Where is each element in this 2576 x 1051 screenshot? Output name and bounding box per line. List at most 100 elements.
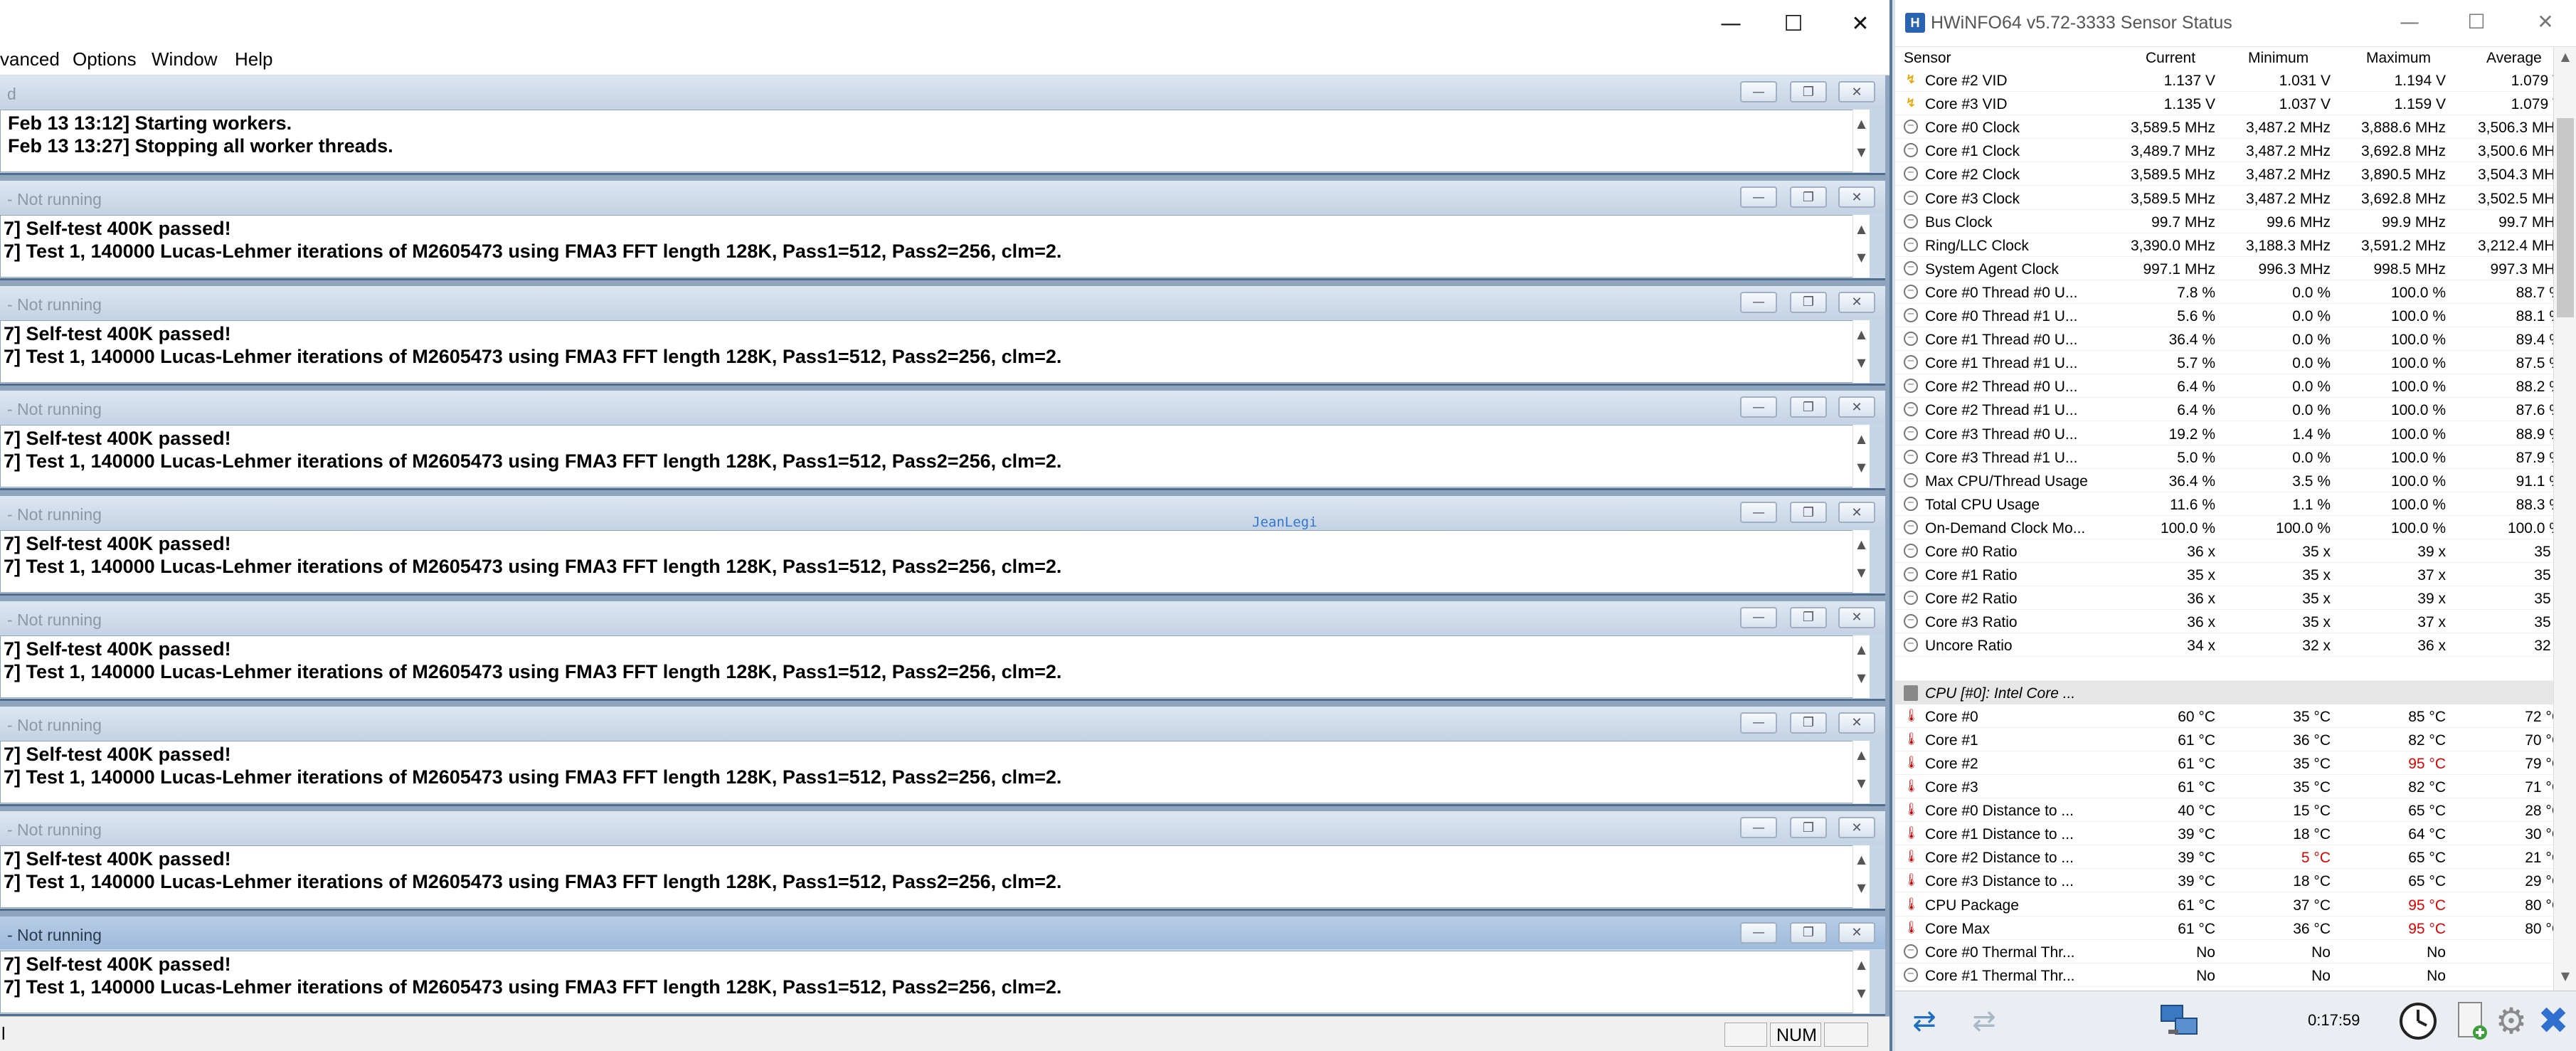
- mdi-minimize-icon[interactable]: —: [1740, 817, 1777, 839]
- mdi-close-icon[interactable]: ✕: [1838, 817, 1875, 839]
- worker-title[interactable]: - Not running: [0, 601, 1885, 634]
- sensor-row[interactable]: 🌡 Core Max 61 °C 36 °C 95 °C 80 °C: [1895, 917, 2553, 940]
- worker-window[interactable]: - Not running — ❐ ✕ 7] Self-test 400K passed…: [0, 916, 1885, 1016]
- hw-minimize-button[interactable]: —: [2395, 10, 2424, 36]
- header-maximum[interactable]: Maximum: [2366, 50, 2431, 67]
- sensor-row[interactable]: − Core #1 Thread #0 U... 36.4 % 0.0 % 100.0 …: [1895, 327, 2553, 352]
- menu-help[interactable]: Help: [235, 48, 272, 70]
- mdi-close-icon[interactable]: ✕: [1838, 291, 1875, 313]
- mdi-minimize-icon[interactable]: —: [1740, 186, 1777, 208]
- mdi-minimize-icon[interactable]: —: [1740, 502, 1777, 524]
- sensor-row[interactable]: −Total CPU Usage 11.6 % 1.1 % 100.0 % 88.3 %: [1895, 492, 2553, 516]
- sensor-scrollbar[interactable]: ▲ ▼: [2553, 47, 2576, 991]
- settings-gear-icon[interactable]: ⚙: [2490, 998, 2533, 1044]
- worker-window[interactable]: - Not running — ❐ ✕ 7] Self-test 400K passed…: [0, 601, 1885, 701]
- scroll-down-icon[interactable]: ▼: [2557, 969, 2574, 986]
- scroll-up-icon[interactable]: ▲: [2557, 50, 2574, 67]
- menu-window[interactable]: Window: [152, 48, 217, 70]
- sensor-table[interactable]: ↯ Core #2 VID 1.137 V 1.031 V 1.194 V 1.079 V…: [1895, 68, 2553, 991]
- sensor-row[interactable]: 🌡 Core #2 Distance to ... 39 °C 5 °C 65 °C 21…: [1895, 845, 2553, 870]
- mdi-minimize-icon[interactable]: —: [1740, 712, 1777, 734]
- sensor-row[interactable]: − Core #0 Thread #0 U... 7.8 % 0.0 % 100.0 %…: [1895, 280, 2553, 304]
- worker-window[interactable]: - Not running — ❐ ✕ 7] Self-test 400K passed…: [0, 811, 1885, 912]
- scroll-thumb[interactable]: [2557, 118, 2574, 317]
- sensor-row[interactable]: − System Agent Clock 997.1 MHz 996.3 MHz 998…: [1895, 257, 2553, 280]
- header-current[interactable]: Current: [2146, 50, 2195, 67]
- sensor-row[interactable]: 🌡 Core #0 60 °C 35 °C 85 °C 72 °C: [1895, 704, 2553, 728]
- hw-close-button[interactable]: ✕: [2531, 10, 2560, 36]
- mdi-minimize-icon[interactable]: —: [1740, 606, 1777, 628]
- mdi-restore-icon[interactable]: ❐: [1790, 502, 1827, 524]
- network-icon[interactable]: [2151, 998, 2208, 1044]
- sensor-row[interactable]: 🌡 Core #2 61 °C 35 °C 95 °C 79 °C: [1895, 751, 2553, 775]
- sensor-row[interactable]: ↯ Core #3 VID 1.135 V 1.037 V 1.159 V 1.079 V: [1895, 92, 2553, 116]
- mdi-minimize-icon[interactable]: —: [1740, 81, 1777, 102]
- worker-title[interactable]: - Not running: [0, 181, 1885, 213]
- mdi-restore-icon[interactable]: ❐: [1790, 817, 1827, 839]
- sensor-row[interactable]: − Core #3 Thread #0 U... 19.2 % 1.4 % 100.0 …: [1895, 422, 2553, 445]
- log-scrollbar[interactable]: ▲ ▼: [1853, 110, 1870, 172]
- sensor-row[interactable]: − Core #0 Clock 3,589.5 MHz 3,487.2 MHz 3,88…: [1895, 115, 2553, 139]
- mdi-restore-icon[interactable]: ❐: [1790, 81, 1827, 102]
- mdi-restore-icon[interactable]: ❐: [1790, 396, 1827, 418]
- worker-title[interactable]: - Not running: [0, 706, 1885, 739]
- mdi-close-icon[interactable]: ✕: [1838, 502, 1875, 524]
- mdi-close-icon[interactable]: ✕: [1838, 81, 1875, 102]
- worker-scrollbar[interactable]: ▲ ▼: [1853, 635, 1870, 698]
- mdi-close-icon[interactable]: ✕: [1838, 712, 1875, 734]
- sensor-row[interactable]: − Core #2 Thread #1 U... 6.4 % 0.0 % 100.0 %…: [1895, 398, 2553, 422]
- close-x-icon[interactable]: ✖: [2533, 998, 2574, 1044]
- sensor-row[interactable]: [1895, 657, 2553, 681]
- worker-scrollbar[interactable]: ▲ ▼: [1853, 740, 1870, 803]
- mdi-close-icon[interactable]: ✕: [1838, 186, 1875, 208]
- sensor-row[interactable]: − On-Demand Clock Mo... 100.0 % 100.0 % 100.…: [1895, 516, 2553, 539]
- maximize-button[interactable]: ☐: [1777, 7, 1810, 40]
- sensor-row[interactable]: − Core #2 Clock 3,589.5 MHz 3,487.2 MHz 3,89…: [1895, 162, 2553, 186]
- hw-maximize-button[interactable]: ☐: [2462, 10, 2491, 36]
- navigate-arrows-icon[interactable]: ⇄: [1899, 998, 1949, 1044]
- worker-window[interactable]: - Not running — ❐ ✕ 7] Self-test 400K passed…: [0, 496, 1885, 596]
- header-minimum[interactable]: Minimum: [2248, 50, 2309, 67]
- sensor-row[interactable]: − Ring/LLC Clock 3,390.0 MHz 3,188.3 MHz 3,5…: [1895, 233, 2553, 257]
- sensor-row[interactable]: 🌡 CPU Package 61 °C 37 °C 95 °C 80 °C: [1895, 893, 2553, 917]
- sensor-row[interactable]: − Bus Clock 99.7 MHz 99.6 MHz 99.9 MHz 99.7 M…: [1895, 210, 2553, 233]
- mdi-close-icon[interactable]: ✕: [1838, 606, 1875, 628]
- worker-title[interactable]: - Not running: [0, 496, 1885, 529]
- sensor-row[interactable]: − Core #0 Thermal Thr... No No No: [1895, 940, 2553, 963]
- header-average[interactable]: Average: [2486, 50, 2542, 67]
- sensor-row[interactable]: 🌡 Core #1 Distance to ... 39 °C 18 °C 64 °C 3…: [1895, 822, 2553, 846]
- close-button[interactable]: ✕: [1844, 7, 1877, 40]
- sensor-row[interactable]: − Core #3 Thread #1 U... 5.0 % 0.0 % 100.0 %…: [1895, 445, 2553, 469]
- sensor-row[interactable]: − Core #1 Thermal Thr... No No No: [1895, 963, 2553, 987]
- mdi-minimize-icon[interactable]: —: [1740, 291, 1777, 313]
- worker-scrollbar[interactable]: ▲ ▼: [1853, 425, 1870, 488]
- worker-scrollbar[interactable]: ▲ ▼: [1853, 215, 1870, 278]
- mdi-minimize-icon[interactable]: —: [1740, 921, 1777, 944]
- mdi-restore-icon[interactable]: ❐: [1790, 606, 1827, 628]
- worker-scrollbar[interactable]: ▲ ▼: [1853, 950, 1870, 1013]
- main-log-window[interactable]: d — ❐ ✕ Feb 13 13:12] Starting workers. …: [0, 75, 1885, 175]
- sensor-group-header[interactable]: CPU [#0]: Intel Core ...: [1895, 680, 2553, 704]
- worker-title[interactable]: - Not running: [0, 916, 1885, 949]
- mdi-close-icon[interactable]: ✕: [1838, 921, 1875, 944]
- worker-window[interactable]: - Not running — ❐ ✕ 7] Self-test 400K passed…: [0, 706, 1885, 806]
- menu-options[interactable]: Options: [73, 48, 137, 70]
- worker-scrollbar[interactable]: ▲ ▼: [1853, 319, 1870, 383]
- worker-scrollbar[interactable]: ▲ ▼: [1853, 530, 1870, 593]
- sensor-row[interactable]: − Core #2 Thread #0 U... 6.4 % 0.0 % 100.0 %…: [1895, 374, 2553, 398]
- sensor-row[interactable]: − Core #1 Clock 3,489.7 MHz 3,487.2 MHz 3,69…: [1895, 139, 2553, 163]
- sensor-row[interactable]: − Max CPU/Thread Usage 36.4 % 3.5 % 100.0 % 9…: [1895, 469, 2553, 492]
- minimize-button[interactable]: —: [1714, 7, 1747, 40]
- mdi-restore-icon[interactable]: ❐: [1790, 712, 1827, 734]
- sensor-row[interactable]: − Core #0 Thread #1 U... 5.6 % 0.0 % 100.0 %…: [1895, 304, 2553, 327]
- sensor-row[interactable]: − Core #3 Clock 3,589.5 MHz 3,487.2 MHz 3,69…: [1895, 186, 2553, 210]
- sensor-row[interactable]: 🌡 Core #1 61 °C 36 °C 82 °C 70 °C: [1895, 728, 2553, 751]
- sensor-row[interactable]: 🌡 Core #3 61 °C 35 °C 82 °C 71 °C: [1895, 775, 2553, 798]
- sensor-row[interactable]: −Core #2 Ratio 36 x 35 x 39 x 35 x: [1895, 586, 2553, 611]
- navigate-arrows-disabled-icon[interactable]: ⇄: [1959, 998, 2009, 1044]
- sensor-row[interactable]: −Core #0 Ratio 36 x 35 x 39 x 35 x: [1895, 539, 2553, 563]
- worker-scrollbar[interactable]: ▲ ▼: [1853, 845, 1870, 909]
- worker-title[interactable]: - Not running: [0, 391, 1885, 424]
- mdi-minimize-icon[interactable]: —: [1740, 396, 1777, 418]
- sensor-row[interactable]: 🌡 Core #0 Distance to ... 40 °C 15 °C 65 °C 2…: [1895, 798, 2553, 823]
